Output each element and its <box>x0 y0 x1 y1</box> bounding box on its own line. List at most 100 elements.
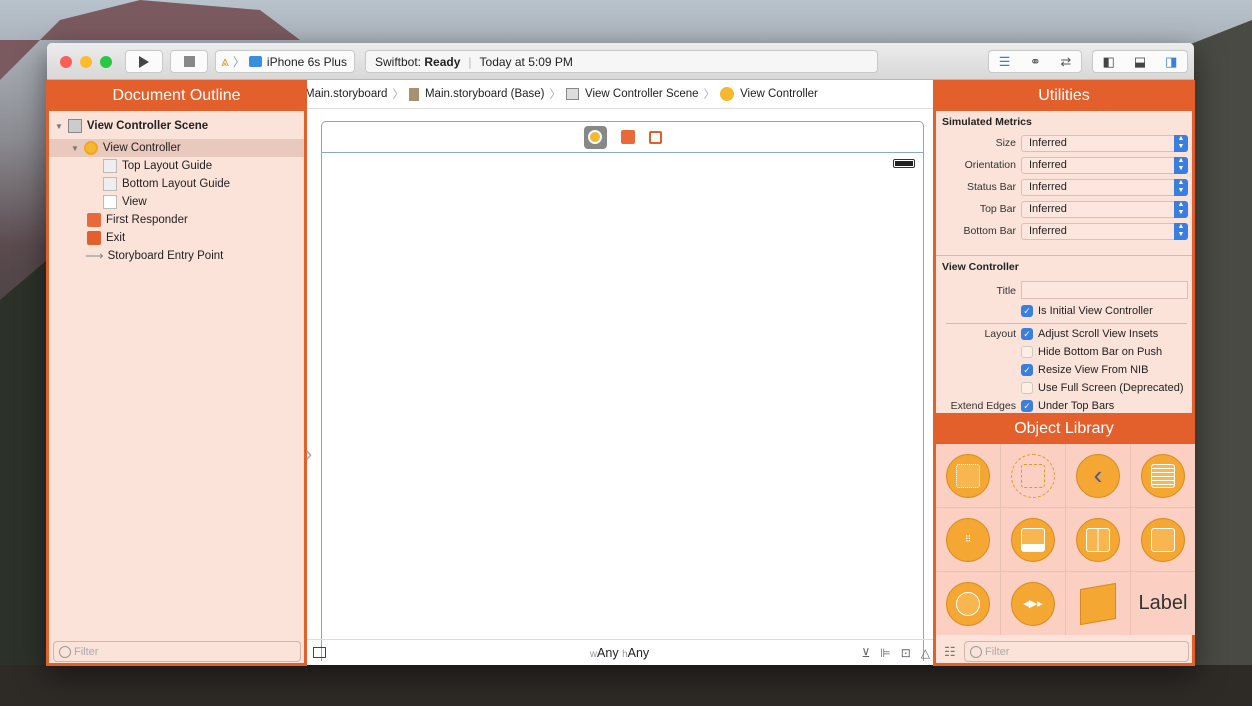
metric-select[interactable]: Inferred ▲ ▼ <box>1021 201 1188 218</box>
minimize-button[interactable] <box>80 56 92 68</box>
outline-item-first-responder[interactable]: First Responder <box>49 211 304 229</box>
editor-mode-group: ☰ ⚭ ⇄ <box>988 50 1082 73</box>
pin-icon[interactable]: ⊡ <box>901 646 911 660</box>
assistant-editor-icon[interactable]: ⚭ <box>1030 54 1041 70</box>
object-library-panel: Object Library ‹ ⠿ ◂▶▸ Label ☷ Filter <box>933 413 1195 666</box>
metric-select[interactable]: Inferred ▲ ▼ <box>1021 179 1188 196</box>
utilities-title: Utilities <box>936 83 1192 111</box>
title-label: Title <box>996 285 1016 297</box>
checkbox-checked-icon: ✓ <box>1021 328 1033 340</box>
breadcrumb-item[interactable]: View Controller Scene <box>585 88 699 100</box>
library-item-storyboard-reference[interactable] <box>1001 444 1065 507</box>
arrow-right-icon: ⟶ <box>85 248 104 263</box>
is-initial-vc-checkbox[interactable]: ✓ Is Initial View Controller <box>1021 305 1153 317</box>
library-item-object[interactable] <box>1066 572 1130 635</box>
metric-select[interactable]: Inferred ▲ ▼ <box>1021 135 1188 152</box>
stepper-chevron-icon: ▲ ▼ <box>1174 223 1188 240</box>
outline-item-top-layout-guide[interactable]: Top Layout Guide <box>49 157 304 175</box>
storyboard-file-icon <box>408 87 419 101</box>
play-icon <box>139 55 149 68</box>
library-item-view-controller[interactable] <box>936 444 1000 507</box>
run-button[interactable] <box>125 50 163 73</box>
align-icon[interactable]: ⊫ <box>880 646 890 660</box>
standard-editor-icon[interactable]: ☰ <box>999 54 1011 70</box>
layout-checkbox[interactable]: Use Full Screen (Deprecated) <box>1021 382 1184 394</box>
outline-item-entry-point[interactable]: ⟶ Storyboard Entry Point <box>49 247 304 265</box>
checkbox-checked-icon: ✓ <box>1021 400 1033 412</box>
navigator-toggle-icon[interactable]: ◧ <box>1103 54 1115 70</box>
utilities-toggle-icon[interactable]: ◨ <box>1165 54 1177 70</box>
debug-toggle-icon[interactable]: ⬓ <box>1134 54 1146 70</box>
view-controller-icon <box>83 141 98 155</box>
scene-icon <box>566 88 579 100</box>
breadcrumb-item[interactable]: Main.storyboard <box>305 88 387 100</box>
view-controller-icon[interactable] <box>583 125 607 149</box>
checkbox-unchecked-icon <box>1021 382 1033 394</box>
library-item-label[interactable]: Label <box>1131 572 1195 635</box>
library-item-split-view-controller[interactable] <box>1066 508 1130 571</box>
breadcrumb-item[interactable]: View Controller <box>740 88 818 100</box>
view-controller-object-icon <box>946 453 990 498</box>
split-view-controller-icon <box>1076 517 1120 562</box>
stepper-chevron-icon: ▲ ▼ <box>1174 179 1188 196</box>
first-responder-icon[interactable] <box>620 130 635 144</box>
outline-item-view-controller[interactable]: ▼ View Controller <box>49 139 304 157</box>
under-top-bars-checkbox[interactable]: ✓ Under Top Bars <box>1021 400 1114 412</box>
outline-toggle-icon[interactable] <box>313 647 326 658</box>
view-toggle-group: ◧ ⬓ ◨ <box>1092 50 1188 73</box>
outline-filter-input[interactable]: Filter <box>53 641 301 662</box>
list-view-toggle-icon[interactable]: ☷ <box>944 644 956 660</box>
tab-bar-controller-icon <box>1011 517 1055 562</box>
layout-checkbox[interactable]: ✓ Resize View From NIB <box>1021 364 1148 376</box>
checkbox-checked-icon: ✓ <box>1021 364 1033 376</box>
metric-select[interactable]: Inferred ▲ ▼ <box>1021 157 1188 174</box>
exit-icon[interactable] <box>648 130 662 144</box>
scene-frame[interactable] <box>321 121 924 661</box>
media-player-icon: ◂▶▸ <box>1011 581 1055 626</box>
outline-item-view[interactable]: View <box>49 193 304 211</box>
layout-label: Layout <box>984 328 1016 340</box>
stepper-chevron-icon: ▲ ▼ <box>1174 135 1188 152</box>
device-icon <box>248 56 262 67</box>
stop-button[interactable] <box>170 50 208 73</box>
library-item-navigation-controller[interactable]: ‹ <box>1066 444 1130 507</box>
library-item-collection-view-controller[interactable]: ⠿ <box>936 508 1000 571</box>
layout-guide-icon <box>103 159 117 173</box>
metric-label: Bottom Bar <box>963 225 1016 237</box>
toolbar: ⩓ 〉 iPhone 6s Plus Swiftbot: Ready | Today a… <box>47 43 1194 80</box>
outline-item-bottom-layout-guide[interactable]: Bottom Layout Guide <box>49 175 304 193</box>
embed-in-stack-icon[interactable]: ⊻ <box>861 646 870 660</box>
view-controller-icon <box>720 87 735 101</box>
library-item-tab-bar-controller[interactable] <box>1001 508 1065 571</box>
library-item-table-view-controller[interactable] <box>1131 444 1195 507</box>
scheme-selector[interactable]: ⩓ 〉 iPhone 6s Plus <box>215 50 355 73</box>
close-button[interactable] <box>60 56 72 68</box>
zoom-button[interactable] <box>100 56 112 68</box>
title-input[interactable] <box>1021 281 1188 299</box>
outline-item-scene[interactable]: ▼ View Controller Scene <box>49 117 304 135</box>
outline-item-exit[interactable]: Exit <box>49 229 304 247</box>
metric-select[interactable]: Inferred ▲ ▼ <box>1021 223 1188 240</box>
metric-label: Size <box>995 137 1016 149</box>
library-item-page-view-controller[interactable] <box>1131 508 1195 571</box>
cube-icon <box>1080 582 1116 625</box>
stop-icon <box>183 56 195 67</box>
library-filter-input[interactable]: Filter <box>964 641 1189 662</box>
library-item-av-player-view-controller[interactable]: ◂▶▸ <box>1001 572 1065 635</box>
layout-checkbox[interactable]: ✓ Adjust Scroll View Insets <box>1021 328 1158 340</box>
size-class-control[interactable]: wAny hAny <box>590 646 649 660</box>
checkbox-unchecked-icon <box>1021 346 1033 358</box>
simulated-metrics-heading: Simulated Metrics <box>942 116 1032 128</box>
resolve-issues-icon[interactable]: △ <box>921 646 930 660</box>
layout-checkbox[interactable]: Hide Bottom Bar on Push <box>1021 346 1162 358</box>
breadcrumb-item[interactable]: Main.storyboard (Base) <box>425 88 545 100</box>
version-editor-icon[interactable]: ⇄ <box>1060 54 1071 70</box>
stepper-chevron-icon: ▲ ▼ <box>1174 201 1188 218</box>
extend-edges-label: Extend Edges <box>950 400 1016 412</box>
library-item-glkit-view-controller[interactable] <box>936 572 1000 635</box>
checkbox-checked-icon: ✓ <box>1021 305 1033 317</box>
device-name: iPhone 6s Plus <box>266 54 347 69</box>
object-library-title: Object Library <box>936 416 1192 444</box>
collection-view-controller-icon: ⠿ <box>946 517 990 562</box>
view-controller-heading: View Controller <box>942 261 1019 273</box>
